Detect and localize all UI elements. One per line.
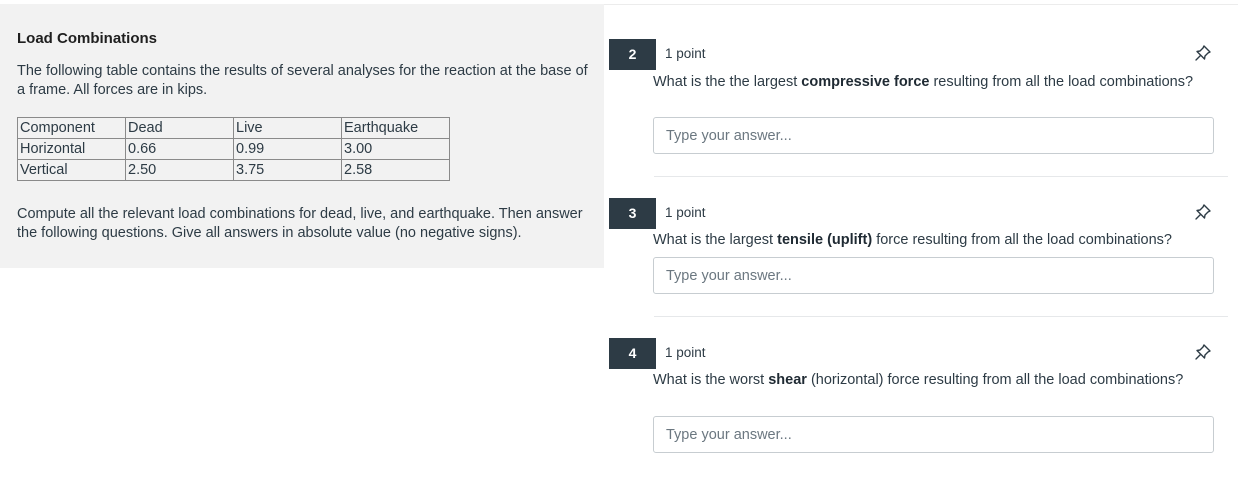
answer-input[interactable]	[653, 416, 1214, 453]
question-divider	[654, 176, 1228, 177]
answer-input[interactable]	[653, 257, 1214, 294]
question-text-part: What is the worst	[653, 372, 769, 388]
table-header-row: Component Dead Live Earthquake	[17, 117, 450, 139]
table-cell: 0.99	[233, 138, 342, 160]
table-cell: Vertical	[17, 159, 126, 181]
question-points: 1 point	[665, 345, 706, 360]
question-text-emphasis: shear	[768, 372, 807, 388]
question-text-part: resulting from all the load combinations…	[929, 74, 1194, 90]
table-cell: 2.50	[125, 159, 234, 181]
load-combinations-panel: Load Combinations The following table co…	[0, 4, 604, 268]
table-cell: 3.00	[341, 138, 450, 160]
panel-title: Load Combinations	[17, 30, 157, 47]
question-text: What is the largest tensile (uplift) for…	[653, 231, 1223, 250]
table-cell: Horizontal	[17, 138, 126, 160]
question-points: 1 point	[665, 205, 706, 220]
question-points: 1 point	[665, 46, 706, 61]
top-divider	[604, 4, 1238, 5]
question-text-emphasis: compressive force	[801, 74, 930, 90]
table-cell: 0.66	[125, 138, 234, 160]
question-text: What is the the largest compressive forc…	[653, 73, 1223, 92]
answer-input[interactable]	[653, 117, 1214, 154]
question-divider	[654, 316, 1228, 317]
table-cell: 3.75	[233, 159, 342, 181]
table-cell: 2.58	[341, 159, 450, 181]
pin-icon[interactable]	[1193, 43, 1213, 63]
panel-intro: The following table contains the results…	[17, 63, 588, 98]
pin-icon[interactable]	[1193, 342, 1213, 362]
question-text-part: (horizontal) force resulting from all th…	[806, 372, 1184, 388]
table-header-component: Component	[17, 117, 126, 139]
question-text: What is the worst shear (horizontal) for…	[653, 371, 1223, 390]
table-header-live: Live	[233, 117, 342, 139]
question-number-badge: 3	[609, 198, 656, 229]
question-text-part: What is the the largest	[653, 74, 802, 90]
table-row: Vertical 2.50 3.75 2.58	[17, 159, 450, 181]
question-text-part: force resulting from all the load combin…	[872, 232, 1172, 248]
table-row: Horizontal 0.66 0.99 3.00	[17, 138, 450, 160]
table-header-earthquake: Earthquake	[341, 117, 450, 139]
question-number-badge: 2	[609, 39, 656, 70]
question-text-emphasis: tensile (uplift)	[777, 232, 873, 248]
question-number-badge: 4	[609, 338, 656, 369]
load-table: Component Dead Live Earthquake Horizonta…	[17, 117, 450, 181]
question-text-part: What is the largest	[653, 232, 778, 248]
panel-instructions: Compute all the relevant load combinatio…	[17, 206, 583, 241]
table-header-dead: Dead	[125, 117, 234, 139]
pin-icon[interactable]	[1193, 202, 1213, 222]
